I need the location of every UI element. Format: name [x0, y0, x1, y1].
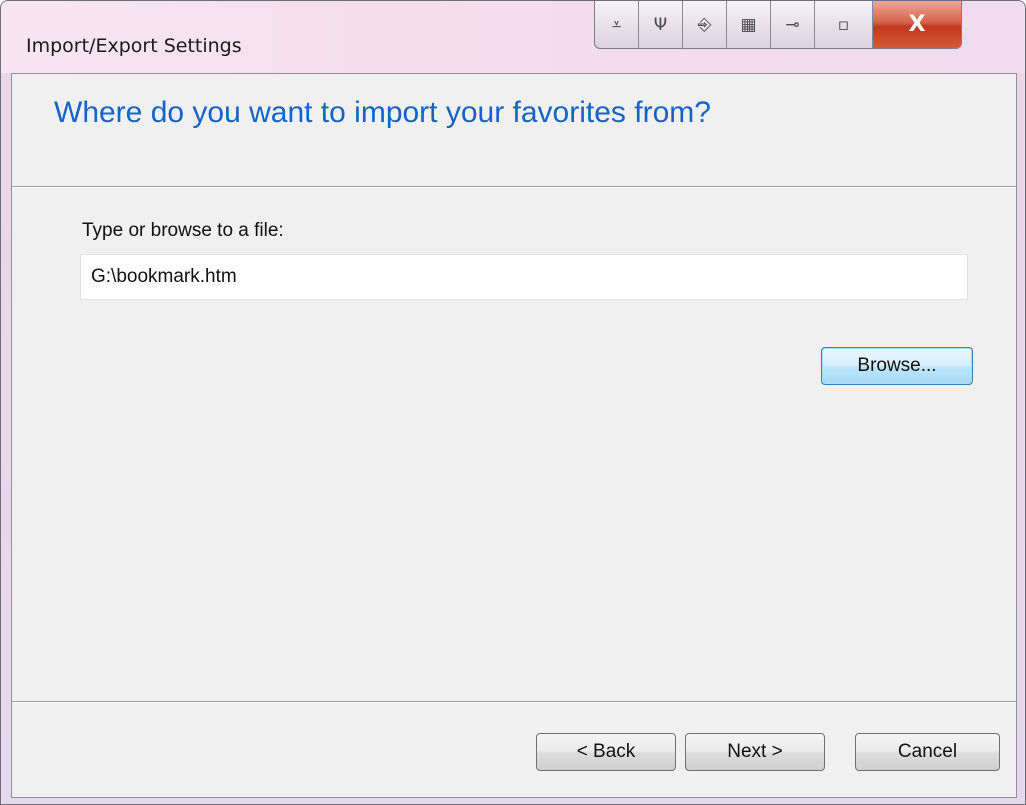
caption-buttons: ⩡ Ψ ⎆ ▦ ⊸ ▫ X [594, 1, 962, 49]
header-divider [12, 186, 1016, 188]
window-title: Import/Export Settings [26, 35, 242, 57]
down-arrow-icon[interactable]: ⩡ [595, 1, 639, 48]
plug-icon[interactable]: Ψ [639, 1, 683, 48]
close-button[interactable]: X [873, 1, 961, 48]
browse-button[interactable]: Browse... [821, 347, 973, 385]
back-button[interactable]: < Back [536, 733, 676, 771]
minimize-button[interactable]: ▫ [815, 1, 873, 48]
file-prompt-label: Type or browse to a file: [82, 220, 284, 241]
keyboard-icon[interactable]: ▦ [727, 1, 771, 48]
title-bar[interactable]: Import/Export Settings ⩡ Ψ ⎆ ▦ ⊸ ▫ X [1, 1, 1025, 73]
footer-divider [12, 701, 1016, 703]
pin-icon[interactable]: ⊸ [771, 1, 815, 48]
cancel-button[interactable]: Cancel [855, 733, 1000, 771]
dialog-client-area: Where do you want to import your favorit… [11, 73, 1017, 798]
enter-icon[interactable]: ⎆ [683, 1, 727, 48]
next-button[interactable]: Next > [685, 733, 825, 771]
page-heading: Where do you want to import your favorit… [54, 96, 711, 129]
file-path-input[interactable] [80, 254, 968, 300]
dialog-window: Import/Export Settings ⩡ Ψ ⎆ ▦ ⊸ ▫ X Whe… [0, 0, 1026, 805]
